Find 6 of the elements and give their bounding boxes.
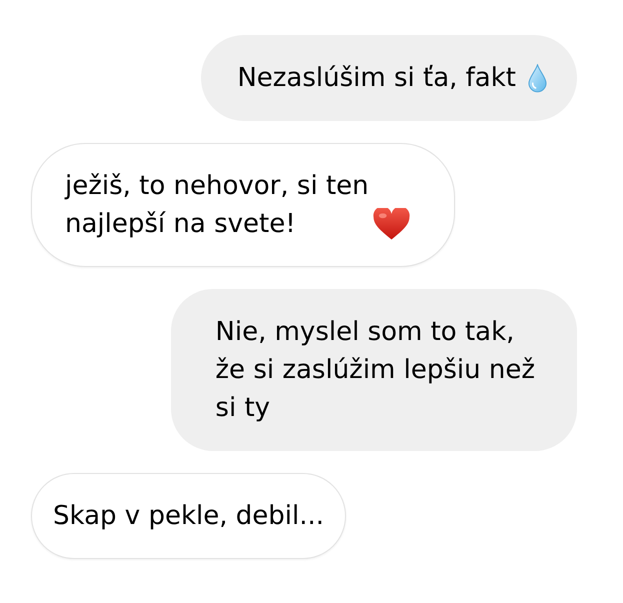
droplet-icon: [528, 64, 547, 92]
message-text: Skap v pekle, debil...: [53, 500, 324, 533]
message-text: Nezaslúšim si ťa, fakt: [237, 62, 516, 95]
message-text: ježiš, to nehovor, si ten najlepší na svete!: [65, 170, 369, 241]
heart-icon: [372, 208, 410, 240]
message-text: Nie, myslel som to tak, že si zaslúžim lepšiu než si ty: [215, 316, 535, 425]
